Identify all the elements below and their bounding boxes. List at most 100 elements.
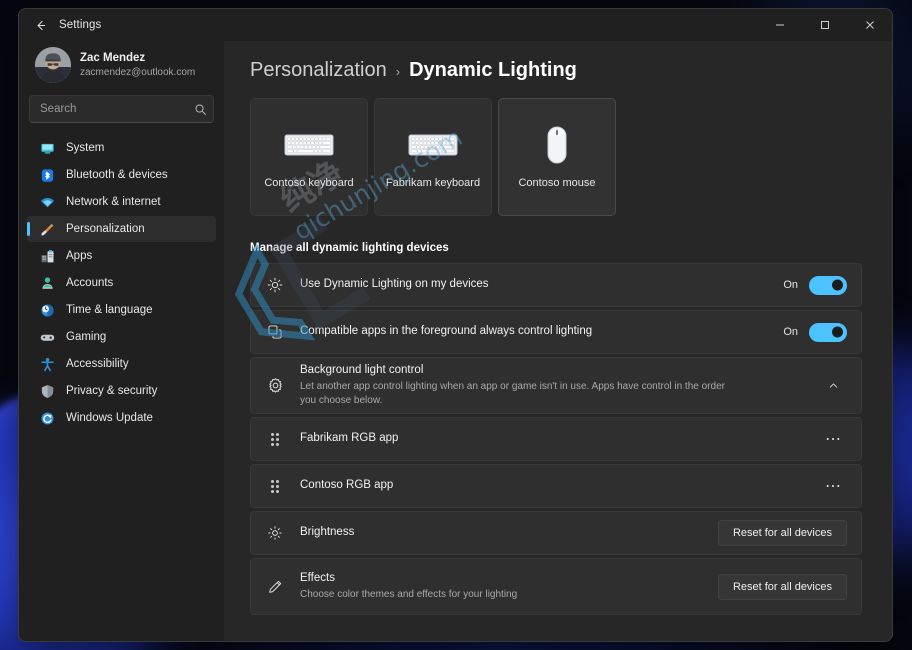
user-profile[interactable]: Zac Mendez zacmendez@outlook.com xyxy=(27,41,216,95)
sidebar-item-label: Bluetooth & devices xyxy=(66,169,168,181)
window-body: Zac Mendez zacmendez@outlook.com Search … xyxy=(19,41,892,641)
reset-all-devices-effects-button[interactable]: Reset for all devices xyxy=(717,573,847,600)
bluetooth-icon xyxy=(39,167,55,183)
keyboard-art-icon xyxy=(284,125,334,165)
setting-row-use-dynamic-lighting[interactable]: Use Dynamic Lighting on my devices On xyxy=(250,263,862,307)
windows-update-icon xyxy=(39,410,55,426)
section-heading: Manage all dynamic lighting devices xyxy=(250,242,449,254)
setting-row-title: Brightness xyxy=(300,526,355,539)
profile-name: Zac Mendez xyxy=(80,52,146,65)
setting-row-subtitle: Let another app control lighting when an… xyxy=(300,380,725,406)
setting-row-effects[interactable]: Effects Choose color themes and effects … xyxy=(250,558,862,615)
sidebar-item-bluetooth-devices[interactable]: Bluetooth & devices xyxy=(27,162,216,188)
sidebar-item-personalization[interactable]: Personalization xyxy=(27,216,216,242)
more-options-icon[interactable]: ⋯ xyxy=(819,472,847,500)
sidebar-item-label: Accessibility xyxy=(66,358,129,370)
sidebar-item-label: Time & language xyxy=(66,304,153,316)
sidebar-nav: System Bluetooth & devices Network & int… xyxy=(27,135,216,431)
settings-rows: Use Dynamic Lighting on my devices On Co… xyxy=(250,263,862,615)
search-icon xyxy=(194,103,207,116)
device-card-fabrikam-keyboard[interactable]: Fabrikam keyboard xyxy=(374,98,492,216)
device-card-contoso-mouse[interactable]: Contoso mouse xyxy=(498,98,616,216)
mouse-art-icon xyxy=(544,125,570,165)
sidebar: Zac Mendez zacmendez@outlook.com Search … xyxy=(19,41,224,641)
toggle-compatible-apps[interactable] xyxy=(809,322,847,342)
personalization-icon xyxy=(39,221,55,237)
app-row-title: Contoso RGB app xyxy=(300,479,394,492)
back-arrow-icon[interactable] xyxy=(25,12,55,38)
sidebar-item-gaming[interactable]: Gaming xyxy=(27,324,216,350)
sidebar-item-windows-update[interactable]: Windows Update xyxy=(27,405,216,431)
apps-icon xyxy=(39,248,55,264)
keyboard-art-icon xyxy=(408,125,458,165)
sidebar-item-label: Gaming xyxy=(66,331,107,343)
profile-email: zacmendez@outlook.com xyxy=(80,66,196,78)
breadcrumb-parent-link[interactable]: Personalization xyxy=(250,59,387,82)
accounts-icon xyxy=(39,275,55,291)
sidebar-item-label: Personalization xyxy=(66,223,145,235)
device-card-contoso-keyboard[interactable]: Contoso keyboard xyxy=(250,98,368,216)
desktop-background: Settings Zac Mendez zacmendez@outlook.co… xyxy=(0,0,912,650)
minimize-button[interactable] xyxy=(757,9,802,41)
sidebar-item-system[interactable]: System xyxy=(27,135,216,161)
accessibility-icon xyxy=(39,356,55,372)
sidebar-item-label: System xyxy=(66,142,105,154)
setting-row-title: Compatible apps in the foreground always… xyxy=(300,325,593,338)
brightness-dial-icon xyxy=(264,525,286,541)
window-controls xyxy=(757,9,892,41)
settings-window: Settings Zac Mendez zacmendez@outlook.co… xyxy=(18,8,893,642)
toggle-use-dynamic-lighting[interactable] xyxy=(809,275,847,295)
sidebar-item-privacy-security[interactable]: Privacy & security xyxy=(27,378,216,404)
title-bar: Settings xyxy=(19,9,892,41)
maximize-button[interactable] xyxy=(802,9,847,41)
privacy-security-icon xyxy=(39,383,55,399)
sidebar-item-label: Accounts xyxy=(66,277,114,289)
breadcrumb: Personalization › Dynamic Lighting xyxy=(250,59,862,82)
chevron-up-icon[interactable] xyxy=(819,372,847,400)
setting-row-title: Effects xyxy=(300,572,335,585)
search-box[interactable] xyxy=(29,95,214,123)
toggle-state-label: On xyxy=(783,279,798,291)
reset-all-devices-brightness-button[interactable]: Reset for all devices xyxy=(717,520,847,546)
time-language-icon xyxy=(39,302,55,318)
device-card-list: Contoso keyboard Fabrikam keyboard Conto… xyxy=(250,98,862,216)
sidebar-item-time-language[interactable]: Time & language xyxy=(27,297,216,323)
app-row-title: Fabrikam RGB app xyxy=(300,432,399,445)
content-pane: 纯净 qichunjing.com Personalization › Dyna… xyxy=(224,41,892,641)
page-title: Dynamic Lighting xyxy=(409,59,577,81)
setting-row-brightness[interactable]: Brightness Reset for all devices xyxy=(250,511,862,555)
setting-row-subtitle: Choose color themes and effects for your… xyxy=(300,588,518,600)
sidebar-item-label: Windows Update xyxy=(66,412,153,424)
drag-handle-icon[interactable] xyxy=(264,432,286,446)
toggle-state-label: On xyxy=(783,326,798,338)
sidebar-item-apps[interactable]: Apps xyxy=(27,243,216,269)
search-input[interactable] xyxy=(40,103,194,115)
network-icon xyxy=(39,194,55,210)
sidebar-item-label: Apps xyxy=(66,250,93,262)
window-title: Settings xyxy=(59,19,102,31)
gaming-icon xyxy=(39,329,55,345)
app-row-fabrikam-rgb-app[interactable]: Fabrikam RGB app ⋯ xyxy=(250,417,862,461)
app-windows-icon xyxy=(264,324,286,340)
avatar xyxy=(35,47,71,83)
device-card-label: Contoso mouse xyxy=(518,177,596,189)
setting-row-compatible-apps[interactable]: Compatible apps in the foreground always… xyxy=(250,310,862,354)
sidebar-item-network-internet[interactable]: Network & internet xyxy=(27,189,216,215)
setting-row-background-light-control[interactable]: Background light control Let another app… xyxy=(250,357,862,414)
setting-row-title: Background light control xyxy=(300,364,424,377)
setting-row-title: Use Dynamic Lighting on my devices xyxy=(300,278,489,291)
sidebar-item-accounts[interactable]: Accounts xyxy=(27,270,216,296)
device-card-label: Fabrikam keyboard xyxy=(385,177,481,189)
breadcrumb-separator-icon: › xyxy=(395,64,401,79)
pencil-effects-icon xyxy=(264,579,286,595)
app-row-contoso-rgb-app[interactable]: Contoso RGB app ⋯ xyxy=(250,464,862,508)
drag-handle-icon[interactable] xyxy=(264,479,286,493)
gear-icon xyxy=(264,377,286,394)
close-button[interactable] xyxy=(847,9,892,41)
sidebar-item-label: Network & internet xyxy=(66,196,161,208)
sidebar-item-label: Privacy & security xyxy=(66,385,158,397)
sidebar-item-accessibility[interactable]: Accessibility xyxy=(27,351,216,377)
system-icon xyxy=(39,140,55,156)
more-options-icon[interactable]: ⋯ xyxy=(819,425,847,453)
brightness-sun-icon xyxy=(264,277,286,293)
